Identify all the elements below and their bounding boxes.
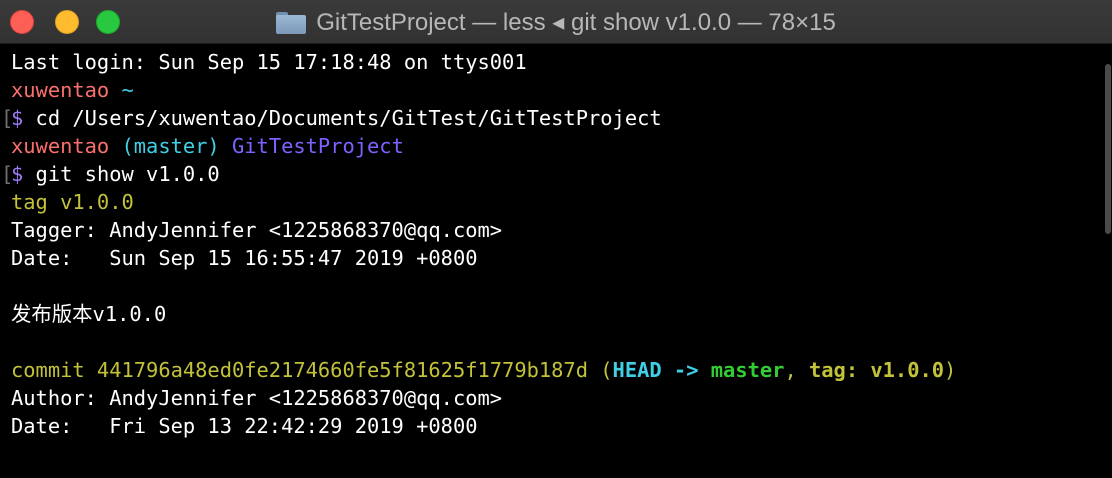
terminal-line: Last login: Sun Sep 15 17:18:48 on ttys0… — [11, 48, 527, 76]
zoom-button[interactable] — [96, 10, 120, 34]
scroll-thumb[interactable] — [1105, 64, 1111, 234]
terminal-text-segment: , — [784, 358, 809, 382]
terminal-text-segment: git show v1.0.0 — [23, 162, 220, 186]
terminal-text-segment: (master) — [109, 134, 220, 158]
terminal-line: $ git show v1.0.0 — [11, 160, 220, 188]
terminal-text-segment: Tagger: AndyJennifer <1225868370@qq.com> — [11, 218, 503, 242]
terminal-text-segment: Last login: Sun Sep 15 17:18:48 on ttys0… — [11, 50, 527, 74]
terminal-window: GitTestProject — less ◂ git show v1.0.0 … — [0, 0, 1112, 478]
terminal-text-segment: tag v1.0.0 — [11, 190, 134, 214]
terminal-text-segment: master — [710, 358, 785, 382]
terminal-output[interactable]: Last login: Sun Sep 15 17:18:48 on ttys0… — [0, 48, 1104, 478]
minimize-button[interactable] — [55, 10, 79, 34]
terminal-text-segment: xuwentao — [11, 78, 110, 102]
terminal-line: $ cd /Users/xuwentao/Documents/GitTest/G… — [11, 104, 662, 132]
folder-icon — [276, 11, 307, 34]
terminal-text-segment: ~ — [109, 78, 134, 102]
terminal-line: Date: Fri Sep 13 22:42:29 2019 +0800 — [11, 412, 478, 440]
terminal-line: xuwentao (master) GitTestProject — [11, 132, 404, 160]
terminal-text-segment: Date: Sun Sep 15 16:55:47 2019 +0800 — [11, 246, 478, 270]
terminal-text-segment: tag: v1.0.0 — [809, 358, 945, 382]
terminal-text-segment: Date: Fri Sep 13 22:42:29 2019 +0800 — [11, 414, 478, 438]
terminal-line: tag v1.0.0 — [11, 188, 134, 216]
close-button[interactable] — [10, 10, 34, 34]
close-icon — [11, 11, 33, 33]
scrollbar[interactable] — [1104, 44, 1112, 478]
terminal-line: Author: AndyJennifer <1225868370@qq.com> — [11, 384, 502, 412]
terminal-text-segment: GitTestProject — [219, 134, 404, 158]
terminal-text-segment: $ — [11, 162, 24, 186]
terminal-text-segment: ) — [944, 358, 957, 382]
title-bar[interactable]: GitTestProject — less ◂ git show v1.0.0 … — [0, 0, 1112, 44]
terminal-line: 发布版本v1.0.0 — [11, 300, 166, 328]
terminal-text-segment: 发布版本v1.0.0 — [11, 302, 167, 326]
terminal-line: commit 441796a48ed0fe2174660fe5f81625f17… — [11, 356, 956, 384]
terminal-text-segment: $ — [11, 106, 24, 130]
terminal-text-segment: xuwentao — [11, 134, 110, 158]
terminal-text-segment: HEAD -> — [612, 358, 711, 382]
terminal-line: xuwentao ~ — [11, 76, 134, 104]
terminal-text-segment: commit 441796a48ed0fe2174660fe5f81625f17… — [11, 358, 613, 382]
terminal-text-segment: Author: AndyJennifer <1225868370@qq.com> — [11, 386, 503, 410]
window-title: GitTestProject — less ◂ git show v1.0.0 … — [316, 8, 836, 36]
terminal-text-segment: cd /Users/xuwentao/Documents/GitTest/Git… — [23, 106, 662, 130]
terminal-line: Tagger: AndyJennifer <1225868370@qq.com> — [11, 216, 502, 244]
terminal-line: Date: Sun Sep 15 16:55:47 2019 +0800 — [11, 244, 478, 272]
window-title-group: GitTestProject — less ◂ git show v1.0.0 … — [0, 0, 1112, 44]
